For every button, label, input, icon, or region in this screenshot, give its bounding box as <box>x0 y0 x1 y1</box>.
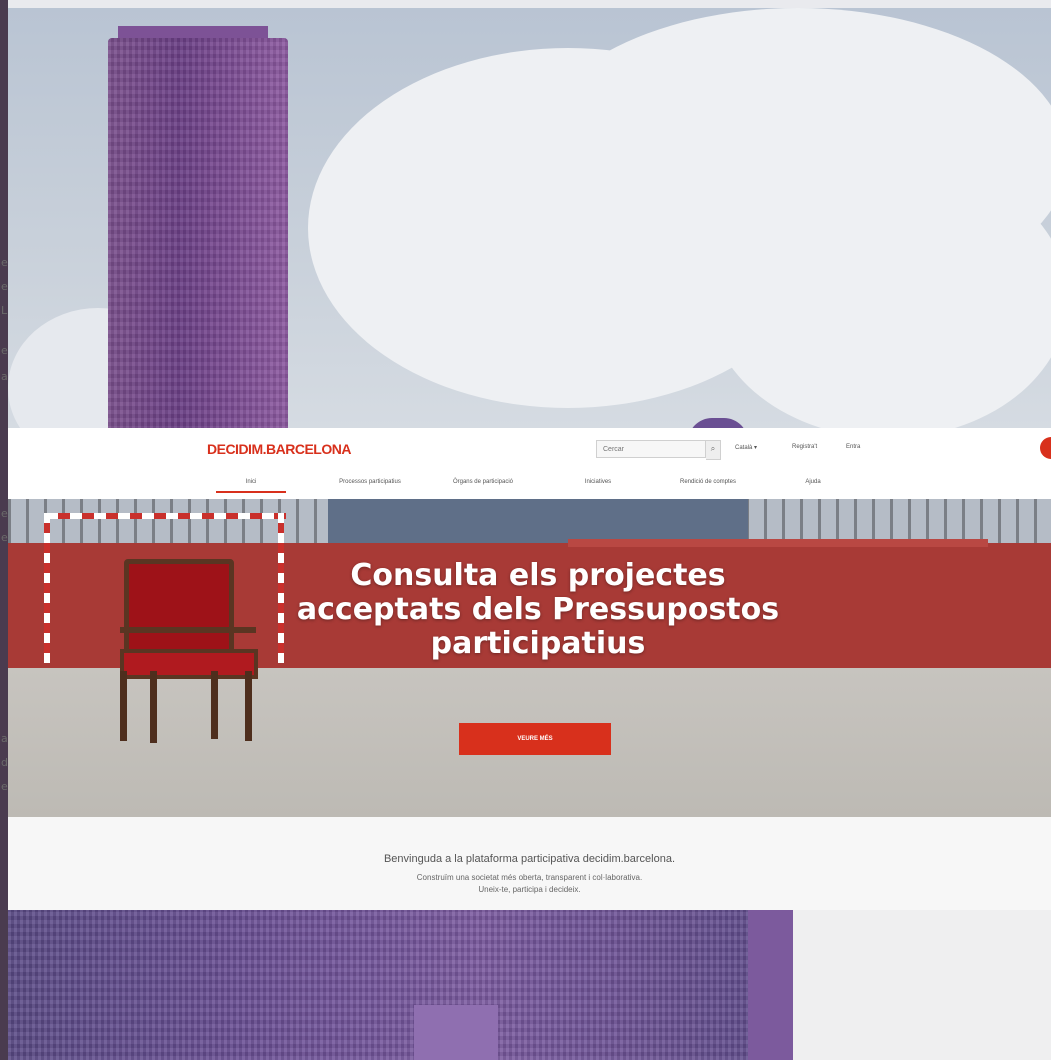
hero-title-line: participatius <box>430 626 646 661</box>
empty-panel <box>793 910 1051 1060</box>
language-selector[interactable]: Català ▾ <box>735 444 757 451</box>
hero-title-line: acceptats dels Pressupostos <box>296 592 780 627</box>
chair-leg <box>120 671 127 741</box>
register-link[interactable]: Registra't <box>792 444 817 450</box>
nav-item-processes[interactable]: Processos participatius <box>320 479 420 485</box>
search-input[interactable] <box>596 440 706 458</box>
login-link[interactable]: Entra <box>846 444 860 450</box>
purple-dome <box>688 418 748 428</box>
welcome-text: Construïm una societat més oberta, trans… <box>416 873 643 882</box>
hero-wall-ledge <box>568 539 988 547</box>
purple-tower <box>108 38 288 428</box>
chair-leg <box>150 671 157 743</box>
hero-title-line: Consulta els projectes <box>350 558 726 593</box>
background-photo-sky <box>8 8 1051 428</box>
chair-leg <box>245 671 252 741</box>
nav-item-accountability[interactable]: Rendició de comptes <box>658 479 758 485</box>
building-pillar <box>748 910 793 1060</box>
red-chair-arm <box>120 627 256 633</box>
cloud <box>708 158 1051 428</box>
goal-crossbar <box>46 513 286 519</box>
clipped-letter: a <box>1 370 8 383</box>
site-header: DECIDIM.BARCELONA ⌕ Català ▾ Registra't … <box>8 428 1051 498</box>
building-window <box>414 1005 498 1060</box>
clipped-letter: e <box>1 256 8 269</box>
background-photo-purple <box>8 910 793 1060</box>
welcome-text: Uneix-te, participa i decideix. <box>478 885 581 894</box>
clipped-letter: d <box>1 756 8 769</box>
nav-item-assemblies[interactable]: Òrgans de participació <box>433 479 533 485</box>
hero-title: Consulta els projectes acceptats dels Pr… <box>258 559 818 661</box>
nav-item-help[interactable]: Ajuda <box>793 479 833 485</box>
clipped-letter: e <box>1 531 8 544</box>
nav-item-home[interactable]: Inici <box>216 479 286 493</box>
site-logo[interactable]: DECIDIM.BARCELONA <box>207 441 351 457</box>
hero-banner: Consulta els projectes acceptats dels Pr… <box>8 499 1051 817</box>
clipped-letter: e <box>1 280 8 293</box>
search-icon: ⌕ <box>710 444 716 453</box>
clipped-letter: e <box>1 780 8 793</box>
clipped-letter: e <box>1 507 8 520</box>
main-navigation: Inici Processos participatius Òrgans de … <box>8 474 1051 498</box>
goal-post-left <box>44 513 50 663</box>
clipped-letter: L <box>1 304 8 317</box>
nav-item-initiatives[interactable]: Iniciatives <box>568 479 628 485</box>
welcome-title: Benvinguda a la plataforma participativa… <box>383 853 676 865</box>
decidim-website: DECIDIM.BARCELONA ⌕ Català ▾ Registra't … <box>8 428 1051 910</box>
accessibility-badge[interactable] <box>1040 437 1051 459</box>
chair-leg <box>211 671 218 739</box>
red-chair-seat <box>120 649 258 679</box>
hero-cta-button[interactable]: VEURE MÉS <box>459 723 611 755</box>
clipped-letter: a <box>1 732 8 745</box>
clipped-letter: e <box>1 344 8 357</box>
welcome-section: Benvinguda a la plataforma participativa… <box>8 817 1051 910</box>
search-button[interactable]: ⌕ <box>706 440 721 460</box>
